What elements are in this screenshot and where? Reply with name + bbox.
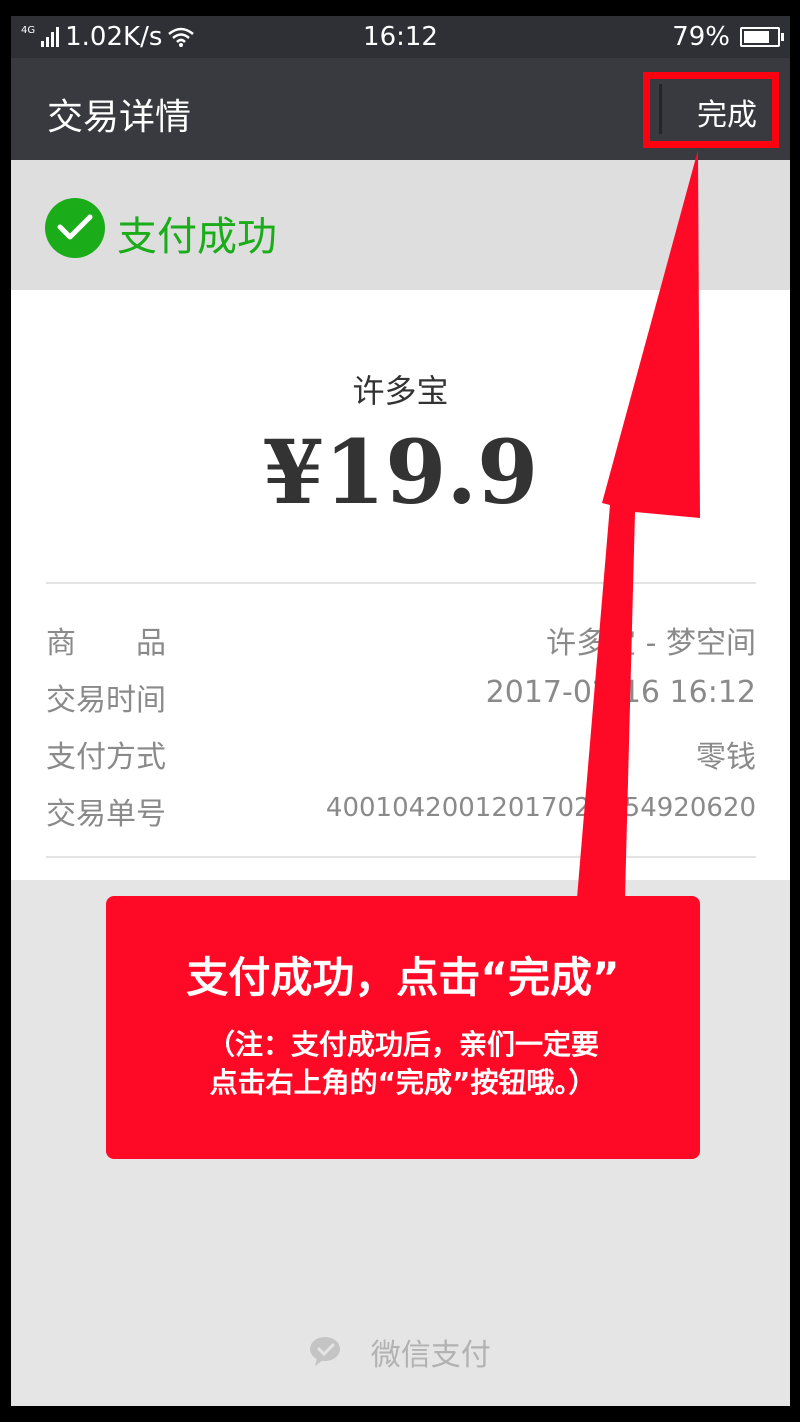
footer-brand: 微信支付 bbox=[11, 1330, 790, 1374]
battery-percent: 79% bbox=[672, 22, 730, 52]
detail-key: 支付方式 bbox=[46, 740, 166, 775]
annotation-note-line: （注：支付成功后，亲们一定要 bbox=[206, 1028, 599, 1061]
success-check-icon bbox=[45, 198, 105, 258]
annotation-headline: 支付成功，点击“完成” bbox=[186, 953, 620, 1002]
annotation-note: （注：支付成功后，亲们一定要 点击右上角的“完成”按钮哦。） bbox=[106, 1026, 700, 1102]
wechat-pay-icon bbox=[310, 1337, 341, 1366]
detail-key: 交易时间 bbox=[46, 683, 166, 718]
annotation-box: 支付成功，点击“完成” （注：支付成功后，亲们一定要 点击右上角的“完成”按钮哦… bbox=[106, 896, 700, 1159]
detail-row-method: 支付方式 零钱 bbox=[46, 732, 756, 778]
annotation-note-line: 点击右上角的“完成”按钮哦。） bbox=[209, 1066, 597, 1099]
detail-value: 2017-02-16 16:12 bbox=[485, 675, 756, 710]
detail-row-order-id: 交易单号 40010420012017021654920620 bbox=[46, 789, 756, 835]
result-label: 支付成功 bbox=[117, 214, 277, 260]
payment-amount: ¥19.9 bbox=[262, 420, 539, 524]
transaction-card: 许多宝 ¥19.9 商 品 许多宝 - 梦空间 交易时间 2017-02-16 … bbox=[11, 290, 790, 880]
title-bar: 交易详情 完成 bbox=[11, 58, 790, 160]
detail-value: 40010420012017021654920620 bbox=[325, 793, 756, 823]
detail-row-time: 交易时间 2017-02-16 16:12 bbox=[46, 675, 756, 721]
divider bbox=[46, 856, 756, 858]
detail-row-product: 商 品 许多宝 - 梦空间 bbox=[46, 618, 756, 664]
battery-icon bbox=[740, 27, 784, 47]
divider bbox=[46, 582, 756, 584]
merchant-name: 许多宝 bbox=[352, 372, 449, 410]
footer-brand-label: 微信支付 bbox=[370, 1338, 491, 1373]
page-title: 交易详情 bbox=[47, 97, 192, 138]
done-highlight-box bbox=[643, 72, 779, 148]
phone-screen: 4G 1.02K/s 16:12 79% 交易详情 完成 支付成功 许多宝 ¥1… bbox=[11, 16, 790, 1406]
status-bar: 4G 1.02K/s 16:12 79% bbox=[11, 16, 790, 58]
detail-value: 零钱 bbox=[696, 740, 756, 775]
detail-key: 商 品 bbox=[46, 626, 166, 661]
detail-value: 许多宝 - 梦空间 bbox=[546, 626, 756, 661]
status-right: 79% bbox=[672, 22, 784, 52]
detail-key: 交易单号 bbox=[46, 797, 166, 832]
payment-result: 支付成功 bbox=[11, 160, 790, 290]
